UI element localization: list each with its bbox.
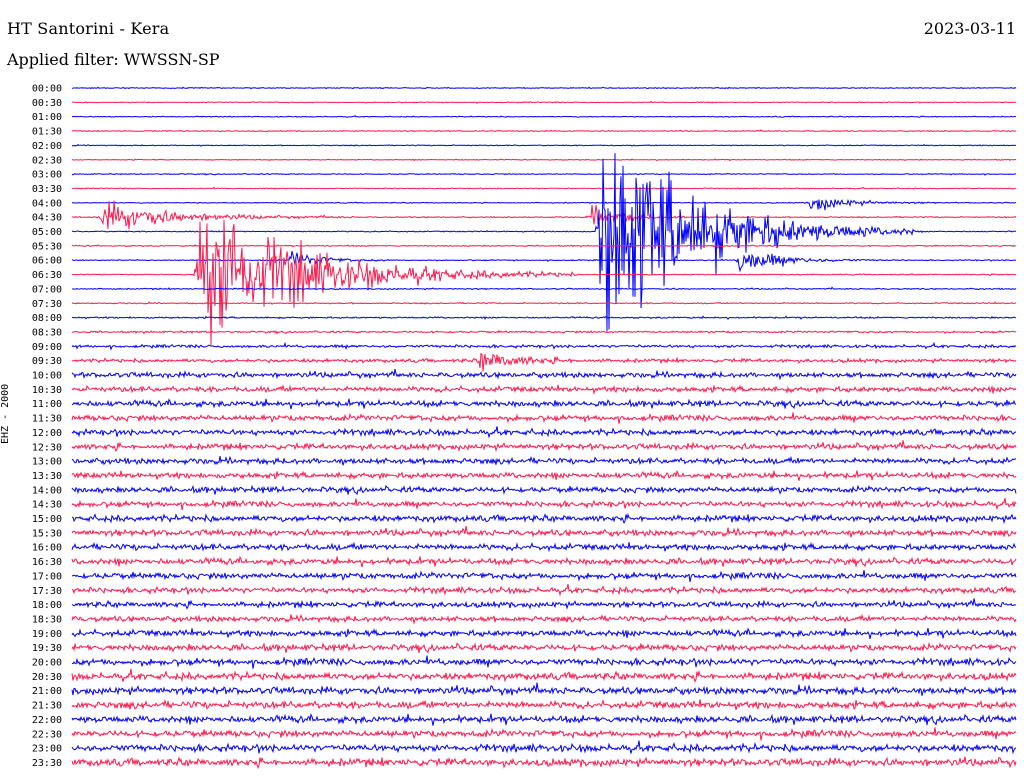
trace-row-0800 bbox=[72, 315, 1017, 320]
trace-row-1130 bbox=[71, 412, 1017, 424]
trace-row-1530 bbox=[71, 525, 1017, 538]
trace-row-1430 bbox=[71, 497, 1017, 511]
trace-row-0130 bbox=[71, 129, 1017, 133]
row-time-label: 15:30 bbox=[32, 528, 62, 539]
trace-row-0030 bbox=[71, 100, 1017, 104]
row-time-label: 19:30 bbox=[32, 643, 62, 654]
trace-row-0200 bbox=[71, 143, 1017, 147]
row-time-label: 08:30 bbox=[32, 327, 62, 338]
trace-row-0430 bbox=[71, 200, 1017, 230]
row-time-label: 06:00 bbox=[32, 256, 62, 267]
row-time-label: 20:30 bbox=[32, 672, 62, 683]
row-time-label: 06:30 bbox=[32, 270, 62, 281]
row-time-label: 22:00 bbox=[32, 715, 62, 726]
row-time-label: 23:30 bbox=[32, 758, 62, 769]
row-time-label: 00:00 bbox=[32, 84, 62, 95]
row-time-label: 09:00 bbox=[32, 342, 62, 353]
trace-row-1800 bbox=[71, 598, 1017, 610]
row-time-label: 10:30 bbox=[32, 385, 62, 396]
row-time-label: 01:30 bbox=[32, 127, 62, 138]
row-time-label: 18:30 bbox=[32, 614, 62, 625]
row-time-label: 04:00 bbox=[32, 198, 62, 209]
row-time-label: 17:00 bbox=[32, 571, 62, 582]
row-time-label: 16:00 bbox=[32, 543, 62, 554]
trace-row-1200 bbox=[71, 426, 1017, 439]
row-time-label: 01:00 bbox=[32, 112, 62, 123]
row-time-label: 11:00 bbox=[32, 399, 62, 410]
trace-row-0730 bbox=[71, 301, 1017, 305]
trace-row-1700 bbox=[71, 570, 1017, 583]
row-time-label: 21:00 bbox=[32, 686, 62, 697]
trace-row-1230 bbox=[71, 440, 1017, 453]
trace-row-1500 bbox=[71, 512, 1017, 525]
trace-row-1730 bbox=[71, 583, 1017, 597]
trace-row-1830 bbox=[71, 613, 1017, 625]
trace-row-2030 bbox=[71, 668, 1017, 683]
trace-row-0400 bbox=[71, 198, 1017, 211]
row-time-label: 00:30 bbox=[32, 98, 62, 109]
row-time-label: 18:00 bbox=[32, 600, 62, 611]
trace-row-1600 bbox=[71, 541, 1017, 553]
row-time-label: 23:00 bbox=[32, 744, 62, 755]
trace-row-0300 bbox=[71, 172, 1017, 176]
trace-row-1930 bbox=[71, 641, 1017, 654]
row-time-label: 20:00 bbox=[32, 658, 62, 669]
time-axis-labels: 00:00 00:30 01:00 01:30 02:00 02:30 03:00 03:30… bbox=[32, 84, 62, 769]
row-time-label: 02:00 bbox=[32, 141, 62, 152]
row-time-label: 07:00 bbox=[32, 284, 62, 295]
trace-row-0500 bbox=[71, 153, 1017, 332]
row-time-label: 13:00 bbox=[32, 457, 62, 468]
row-time-label: 17:30 bbox=[32, 586, 62, 597]
row-time-label: 19:00 bbox=[32, 629, 62, 640]
trace-row-2000 bbox=[71, 655, 1017, 669]
trace-row-0530 bbox=[71, 244, 1017, 248]
seismic-traces bbox=[71, 86, 1017, 770]
row-time-label: 08:00 bbox=[32, 313, 62, 324]
trace-row-1300 bbox=[71, 455, 1017, 466]
row-time-label: 12:30 bbox=[32, 442, 62, 453]
row-time-label: 02:30 bbox=[32, 155, 62, 166]
row-time-label: 13:30 bbox=[32, 471, 62, 482]
row-time-label: 15:00 bbox=[32, 514, 62, 525]
row-time-label: 12:00 bbox=[32, 428, 62, 439]
trace-row-1030 bbox=[71, 384, 1017, 395]
row-time-label: 14:30 bbox=[32, 500, 62, 511]
trace-row-0100 bbox=[71, 115, 1017, 118]
trace-row-0230 bbox=[71, 158, 1017, 162]
trace-row-2100 bbox=[71, 682, 1017, 697]
trace-row-0330 bbox=[71, 186, 1017, 190]
row-time-label: 10:00 bbox=[32, 371, 62, 382]
row-time-label: 21:30 bbox=[32, 701, 62, 712]
row-time-label: 03:00 bbox=[32, 170, 62, 181]
trace-row-2330 bbox=[71, 756, 1017, 770]
trace-row-1100 bbox=[71, 398, 1017, 410]
row-time-label: 07:30 bbox=[32, 299, 62, 310]
trace-row-2130 bbox=[71, 698, 1017, 711]
trace-row-2200 bbox=[71, 713, 1017, 726]
row-time-label: 09:30 bbox=[32, 356, 62, 367]
trace-row-1400 bbox=[71, 484, 1017, 496]
trace-row-0900 bbox=[71, 341, 1017, 351]
row-time-label: 05:30 bbox=[32, 241, 62, 252]
trace-row-0000 bbox=[71, 86, 1017, 90]
row-time-label: 04:30 bbox=[32, 213, 62, 224]
row-time-label: 05:00 bbox=[32, 227, 62, 238]
trace-row-0830 bbox=[71, 329, 1016, 335]
row-time-label: 16:30 bbox=[32, 557, 62, 568]
trace-row-0930 bbox=[71, 352, 1017, 372]
row-time-label: 03:30 bbox=[32, 184, 62, 195]
row-time-label: 11:30 bbox=[32, 414, 62, 425]
trace-row-1330 bbox=[71, 469, 1017, 481]
row-time-label: 22:30 bbox=[32, 729, 62, 740]
trace-row-1000 bbox=[71, 368, 1017, 381]
trace-row-2230 bbox=[71, 727, 1017, 741]
helicorder-plot: 00:00 00:30 01:00 01:30 02:00 02:30 03:00 03:30… bbox=[32, 84, 1017, 770]
trace-row-1630 bbox=[71, 555, 1017, 568]
trace-row-1900 bbox=[71, 627, 1017, 640]
trace-row-2300 bbox=[71, 740, 1017, 755]
row-time-label: 14:00 bbox=[32, 485, 62, 496]
trace-row-0630 bbox=[71, 219, 1017, 346]
